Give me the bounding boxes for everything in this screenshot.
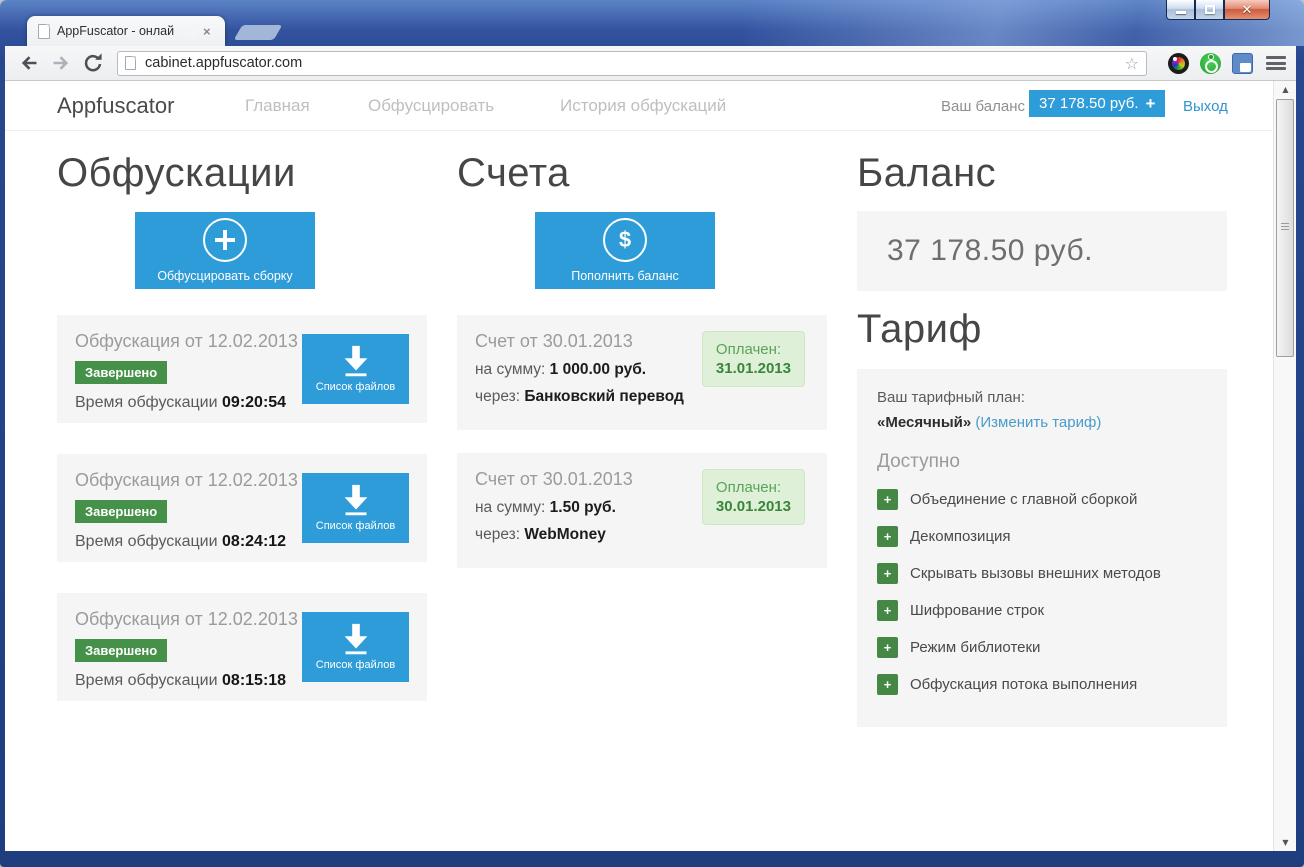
feature-row: + Режим библиотеки xyxy=(877,637,1207,658)
plus-square-icon: + xyxy=(877,489,898,510)
reload-icon xyxy=(84,53,102,72)
vertical-scrollbar: ▲ ▼ xyxy=(1273,81,1296,851)
file-list-button[interactable]: Список файлов xyxy=(302,473,409,543)
tab-favicon-icon xyxy=(38,23,50,39)
download-icon xyxy=(344,623,367,655)
bookmark-star-icon[interactable]: ☆ xyxy=(1125,54,1139,73)
feature-row: + Скрывать вызовы внешних методов xyxy=(877,563,1207,584)
page-content: Appfuscator Главная Обфусцировать Истори… xyxy=(5,81,1273,851)
invoices-column: Счета $ Пополнить баланс Счет от 30.01.2… xyxy=(457,147,827,568)
tile-extension-icon[interactable] xyxy=(1232,52,1253,74)
change-tariff-link[interactable]: (Изменить тариф) xyxy=(975,414,1101,431)
plus-square-icon: + xyxy=(877,526,898,547)
paid-badge: Оплачен: 31.01.2013 xyxy=(701,331,805,387)
reload-button[interactable] xyxy=(81,51,105,75)
download-icon xyxy=(344,484,367,516)
camera-extension-icon[interactable] xyxy=(1168,52,1189,74)
address-bar[interactable]: cabinet.appfuscator.com ☆ xyxy=(117,50,1147,76)
obfuscate-assembly-button[interactable]: Обфусцировать сборку xyxy=(135,212,315,289)
scroll-up-icon[interactable]: ▲ xyxy=(1274,81,1297,98)
browser-menu-icon[interactable] xyxy=(1266,56,1286,70)
dollar-circle-icon: $ xyxy=(603,218,647,262)
browser-toolbar: cabinet.appfuscator.com ☆ xyxy=(5,46,1296,81)
invoice-card: Счет от 30.01.2013 на сумму: 1.50 руб. ч… xyxy=(457,453,827,568)
forward-icon xyxy=(53,56,69,70)
new-tab-button[interactable] xyxy=(233,25,283,40)
obfuscation-card: Обфускация от 12.02.2013 Завершено Время… xyxy=(57,593,427,701)
feature-row: + Декомпозиция xyxy=(877,526,1207,547)
status-badge: Завершено xyxy=(75,500,168,523)
browser-window: ✕ AppFuscator - онлай × cabinet.appfusca… xyxy=(0,0,1304,867)
browser-tab[interactable]: AppFuscator - онлай × xyxy=(27,16,225,46)
minimize-button[interactable] xyxy=(1166,0,1195,20)
plan-line: «Месячный» (Изменить тариф) xyxy=(877,414,1207,431)
plus-square-icon: + xyxy=(877,674,898,695)
close-button[interactable]: ✕ xyxy=(1224,0,1270,20)
tariff-box: Ваш тарифный план: «Месячный» (Изменить … xyxy=(857,369,1227,727)
download-icon xyxy=(344,345,367,377)
maximize-button[interactable] xyxy=(1195,0,1224,20)
plan-name: «Месячный» xyxy=(877,414,972,431)
invoice-method: через: Банковский перевод xyxy=(475,388,684,405)
invoice-card: Счет от 30.01.2013 на сумму: 1 000.00 ру… xyxy=(457,315,827,430)
scroll-down-icon[interactable]: ▼ xyxy=(1274,834,1297,851)
balance-label: Ваш баланс xyxy=(941,98,1026,115)
tariff-title: Тариф xyxy=(857,307,982,351)
feature-row: + Объединение с главной сборкой xyxy=(877,489,1207,510)
tab-close-icon[interactable]: × xyxy=(203,25,211,38)
green-extension-icon[interactable] xyxy=(1200,52,1221,74)
plan-label: Ваш тарифный план: xyxy=(877,389,1025,406)
window-controls: ✕ xyxy=(1166,0,1270,20)
file-list-button[interactable]: Список файлов xyxy=(302,334,409,404)
feature-row: + Обфускация потока выполнения xyxy=(877,674,1207,695)
topup-plus-icon: + xyxy=(1145,94,1156,113)
logout-link[interactable]: Выход xyxy=(1183,98,1228,115)
close-icon: ✕ xyxy=(1241,2,1253,17)
file-list-button[interactable]: Список файлов xyxy=(302,612,409,682)
paid-badge: Оплачен: 30.01.2013 xyxy=(701,469,805,525)
available-label: Доступно xyxy=(877,451,960,472)
plus-square-icon: + xyxy=(877,637,898,658)
forward-button[interactable] xyxy=(49,51,73,75)
back-button[interactable] xyxy=(17,51,41,75)
back-icon xyxy=(21,56,37,70)
scrollbar-thumb[interactable] xyxy=(1276,99,1294,357)
feature-row: + Шифрование строк xyxy=(877,600,1207,621)
balance-value: 37 178.50 руб. xyxy=(1039,95,1139,112)
nav-obfuscate[interactable]: Обфусцировать xyxy=(368,96,494,116)
invoices-title: Счета xyxy=(457,151,570,195)
minimize-icon xyxy=(1176,11,1186,14)
url-text[interactable]: cabinet.appfuscator.com xyxy=(145,55,302,71)
balance-column: Баланс 37 178.50 руб. Тариф Ваш тарифный… xyxy=(857,147,1227,727)
obfuscations-column: Обфускации Обфусцировать сборку Обфускац… xyxy=(57,147,427,701)
obfuscations-title: Обфускации xyxy=(57,151,296,195)
topup-balance-button[interactable]: $ Пополнить баланс xyxy=(535,212,715,289)
maximize-icon xyxy=(1205,5,1215,14)
plus-circle-icon xyxy=(203,218,247,262)
nav-history[interactable]: История обфускаций xyxy=(560,96,726,116)
plus-square-icon: + xyxy=(877,600,898,621)
nav-home[interactable]: Главная xyxy=(245,96,310,116)
status-badge: Завершено xyxy=(75,361,168,384)
balance-badge[interactable]: 37 178.50 руб. + xyxy=(1029,90,1166,117)
tab-title: AppFuscator - онлай xyxy=(57,24,197,38)
brand-logo[interactable]: Appfuscator xyxy=(57,93,174,119)
balance-amount: 37 178.50 руб. xyxy=(887,234,1093,267)
page-icon xyxy=(125,56,136,70)
invoice-method: через: WebMoney xyxy=(475,526,606,543)
site-header: Appfuscator Главная Обфусцировать Истори… xyxy=(5,81,1273,131)
obfuscation-card: Обфускация от 12.02.2013 Завершено Время… xyxy=(57,315,427,423)
balance-title: Баланс xyxy=(857,151,997,195)
balance-box: 37 178.50 руб. xyxy=(857,211,1227,291)
plus-square-icon: + xyxy=(877,563,898,584)
status-badge: Завершено xyxy=(75,639,168,662)
obfuscation-card: Обфускация от 12.02.2013 Завершено Время… xyxy=(57,454,427,562)
